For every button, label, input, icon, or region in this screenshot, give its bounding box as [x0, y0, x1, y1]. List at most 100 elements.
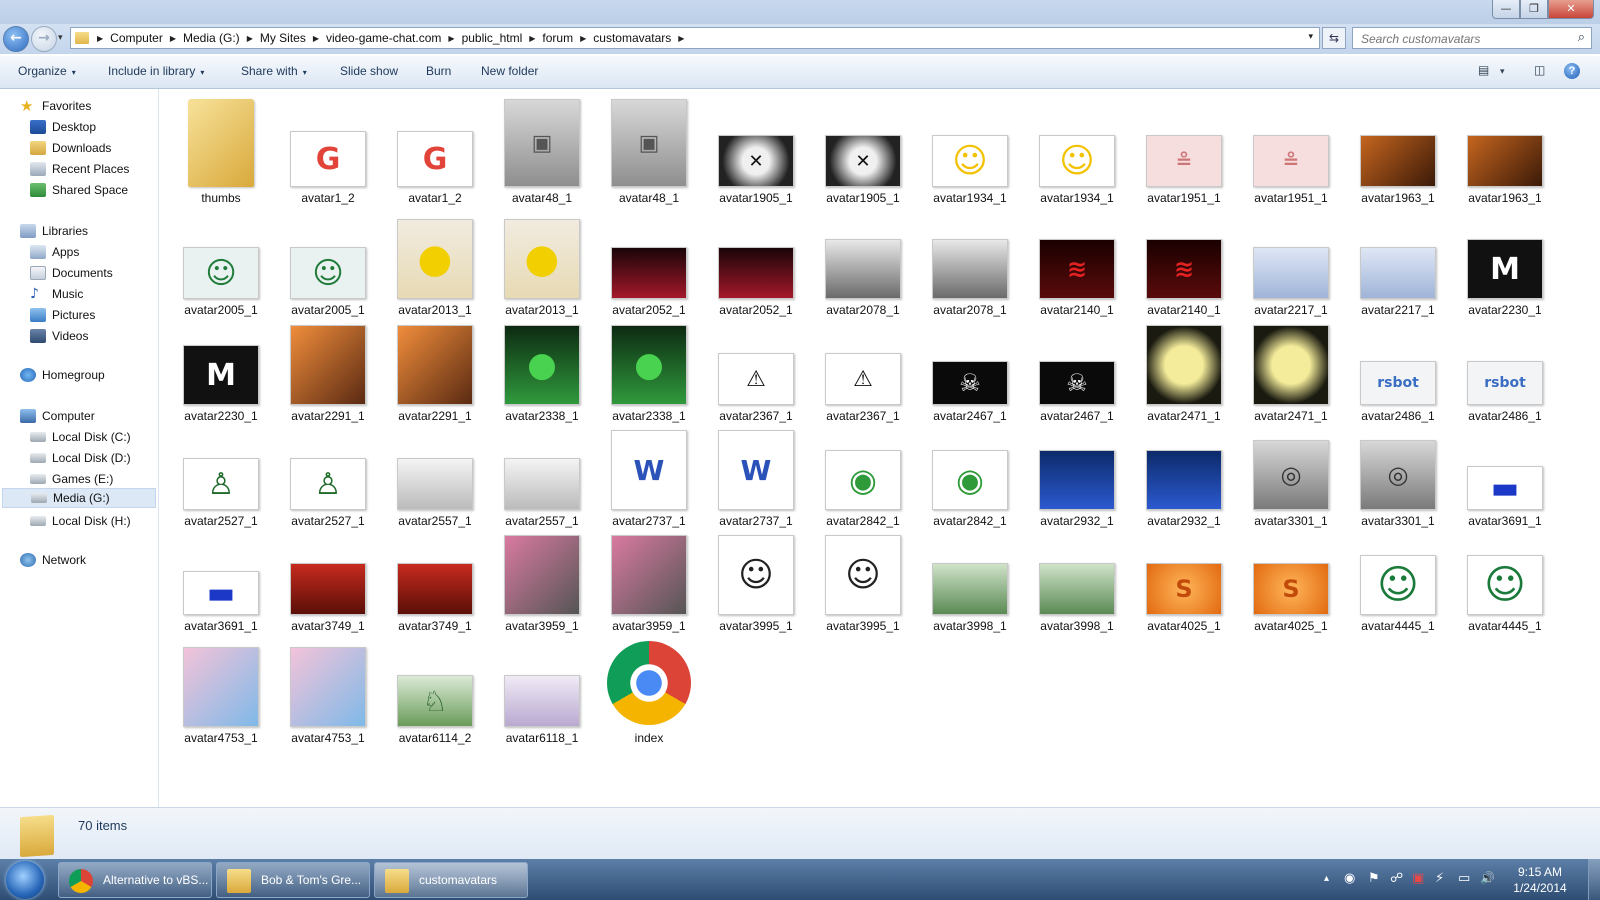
file-item[interactable]: avatar3959_1 — [597, 521, 701, 637]
breadcrumb-public-html[interactable]: public_html — [457, 31, 528, 45]
file-item[interactable]: avatar2557_1 — [490, 416, 594, 532]
sidebar-item-media-g[interactable]: Media (G:) — [2, 488, 156, 508]
file-item[interactable]: ☠ avatar2467_1 — [1025, 311, 1129, 427]
start-button[interactable] — [6, 861, 44, 899]
file-item[interactable]: ☺ avatar1934_1 — [918, 93, 1022, 209]
sidebar-item-music[interactable]: ♪ Music — [30, 284, 83, 304]
sidebar-network[interactable]: Network — [20, 550, 86, 570]
file-item[interactable]: avatar4753_1 — [169, 633, 273, 749]
file-item[interactable]: Mavatar2230_1 — [169, 311, 273, 427]
sidebar-item-local-disk-d[interactable]: Local Disk (D:) — [30, 448, 131, 468]
file-item[interactable]: Wavatar2737_1 — [704, 416, 808, 532]
file-item[interactable]: ▣ avatar48_1 — [490, 93, 594, 209]
breadcrumb-separator[interactable]: ▶ — [245, 34, 255, 43]
file-item[interactable]: ≗ avatar1951_1 — [1239, 93, 1343, 209]
file-item[interactable]: ◎ avatar3301_1 — [1239, 416, 1343, 532]
file-item[interactable]: rsbot avatar2486_1 — [1346, 311, 1450, 427]
file-item[interactable]: ≗ avatar1951_1 — [1132, 93, 1236, 209]
file-item[interactable]: ☺ avatar3995_1 — [704, 521, 808, 637]
file-item[interactable]: Savatar4025_1 — [1132, 521, 1236, 637]
sidebar-item-shared-space[interactable]: Shared Space — [30, 180, 128, 200]
file-item[interactable]: ☺ avatar3995_1 — [811, 521, 915, 637]
sidebar-item-desktop[interactable]: Desktop — [30, 117, 96, 137]
file-item[interactable]: avatar2078_1 — [918, 205, 1022, 321]
network-tray-icon[interactable]: ☍ — [1390, 871, 1403, 886]
breadcrumb-media-g[interactable]: Media (G:) — [178, 31, 245, 45]
recent-pages-dropdown[interactable]: ▾ — [58, 33, 63, 43]
file-item[interactable]: avatar3749_1 — [276, 521, 380, 637]
file-item[interactable]: rsbot avatar2486_1 — [1453, 311, 1557, 427]
volume-icon[interactable]: 🔊 — [1480, 871, 1495, 885]
red-app-icon[interactable]: ▣ — [1412, 871, 1424, 886]
clock[interactable]: 9:15 AM 1/24/2014 — [1505, 864, 1575, 896]
taskbar-item-customavatars[interactable]: customavatars — [374, 862, 528, 898]
file-item[interactable]: index — [597, 633, 701, 749]
breadcrumb-separator[interactable]: ▶ — [446, 34, 456, 43]
file-item[interactable]: avatar2217_1 — [1346, 205, 1450, 321]
file-item[interactable]: ♘ avatar6114_2 — [383, 633, 487, 749]
file-item[interactable]: ✕ avatar1905_1 — [704, 93, 808, 209]
file-item[interactable]: ✕ avatar1905_1 — [811, 93, 915, 209]
file-item[interactable]: avatar2471_1 — [1132, 311, 1236, 427]
sidebar-item-pictures[interactable]: Pictures — [30, 305, 95, 325]
file-item[interactable]: Mavatar2230_1 — [1453, 205, 1557, 321]
address-history-dropdown[interactable]: ▾ — [1308, 32, 1313, 42]
file-item[interactable]: ● avatar2338_1 — [597, 311, 701, 427]
search-input[interactable] — [1359, 29, 1563, 49]
sidebar-item-recent-places[interactable]: Recent Places — [30, 159, 129, 179]
file-item[interactable]: avatar2078_1 — [811, 205, 915, 321]
maximize-button[interactable]: ❐ — [1520, 0, 1548, 19]
flag-icon[interactable]: ⚑ — [1368, 871, 1380, 886]
file-item[interactable]: ☺ avatar1934_1 — [1025, 93, 1129, 209]
include-in-library-button[interactable]: Include in library ▾ — [108, 64, 204, 78]
minimize-button[interactable]: — — [1492, 0, 1520, 19]
file-item[interactable]: ● avatar2338_1 — [490, 311, 594, 427]
file-item[interactable]: ☠ avatar2467_1 — [918, 311, 1022, 427]
file-item[interactable]: avatar1963_1 — [1346, 93, 1450, 209]
search-box[interactable]: ⌕ — [1352, 27, 1592, 49]
close-button[interactable]: ✕ — [1548, 0, 1594, 19]
back-button[interactable]: ← — [3, 26, 29, 52]
taskbar-item-bob-tom[interactable]: Bob & Tom's Gre... — [216, 862, 370, 898]
file-item[interactable]: avatar2471_1 — [1239, 311, 1343, 427]
file-item[interactable]: avatar2052_1 — [704, 205, 808, 321]
file-item[interactable]: ● avatar2013_1 — [383, 205, 487, 321]
file-item[interactable]: avatar6118_1 — [490, 633, 594, 749]
sidebar-item-documents[interactable]: Documents — [30, 263, 113, 283]
file-item[interactable]: avatar2291_1 — [383, 311, 487, 427]
file-item[interactable]: ▬ avatar3691_1 — [169, 521, 273, 637]
breadcrumb-site[interactable]: video-game-chat.com — [321, 31, 446, 45]
file-item[interactable]: avatar2217_1 — [1239, 205, 1343, 321]
breadcrumb-separator[interactable]: ▶ — [527, 34, 537, 43]
preview-pane-icon[interactable]: ◫ — [1534, 63, 1545, 77]
sidebar-item-local-disk-h[interactable]: Local Disk (H:) — [30, 511, 131, 531]
file-item[interactable]: avatar2291_1 — [276, 311, 380, 427]
file-item[interactable]: avatar3959_1 — [490, 521, 594, 637]
file-item[interactable]: ♙ avatar2527_1 — [276, 416, 380, 532]
breadcrumb-separator[interactable]: ▶ — [95, 34, 105, 43]
breadcrumb-forum[interactable]: forum — [537, 31, 578, 45]
file-item[interactable]: Savatar4025_1 — [1239, 521, 1343, 637]
search-icon[interactable]: ⌕ — [1578, 30, 1585, 45]
file-item[interactable]: ⚠ avatar2367_1 — [704, 311, 808, 427]
share-with-button[interactable]: Share with ▾ — [241, 64, 307, 78]
display-icon[interactable]: ▭ — [1458, 871, 1470, 886]
sidebar-item-downloads[interactable]: Downloads — [30, 138, 111, 158]
slide-show-button[interactable]: Slide show — [340, 64, 398, 78]
file-item[interactable]: ◉ avatar2842_1 — [811, 416, 915, 532]
sidebar-libraries[interactable]: Libraries — [20, 221, 88, 241]
breadcrumb-separator[interactable]: ▶ — [168, 34, 178, 43]
sidebar-favorites[interactable]: ★ Favorites — [20, 96, 91, 116]
breadcrumb-my-sites[interactable]: My Sites — [255, 31, 311, 45]
file-item[interactable]: Gavatar1_2 — [276, 93, 380, 209]
file-item[interactable]: ♙ avatar2527_1 — [169, 416, 273, 532]
file-item[interactable]: ☺ avatar2005_1 — [276, 205, 380, 321]
usb-icon[interactable]: ⚡ — [1435, 871, 1444, 886]
show-hidden-icons[interactable]: ▴ — [1324, 873, 1329, 884]
breadcrumb-separator[interactable]: ▶ — [676, 34, 686, 43]
file-item[interactable]: avatar1963_1 — [1453, 93, 1557, 209]
file-item[interactable]: ● avatar2013_1 — [490, 205, 594, 321]
burn-button[interactable]: Burn — [426, 64, 451, 78]
file-item[interactable]: ≋ avatar2140_1 — [1025, 205, 1129, 321]
file-item[interactable]: ◉ avatar2842_1 — [918, 416, 1022, 532]
